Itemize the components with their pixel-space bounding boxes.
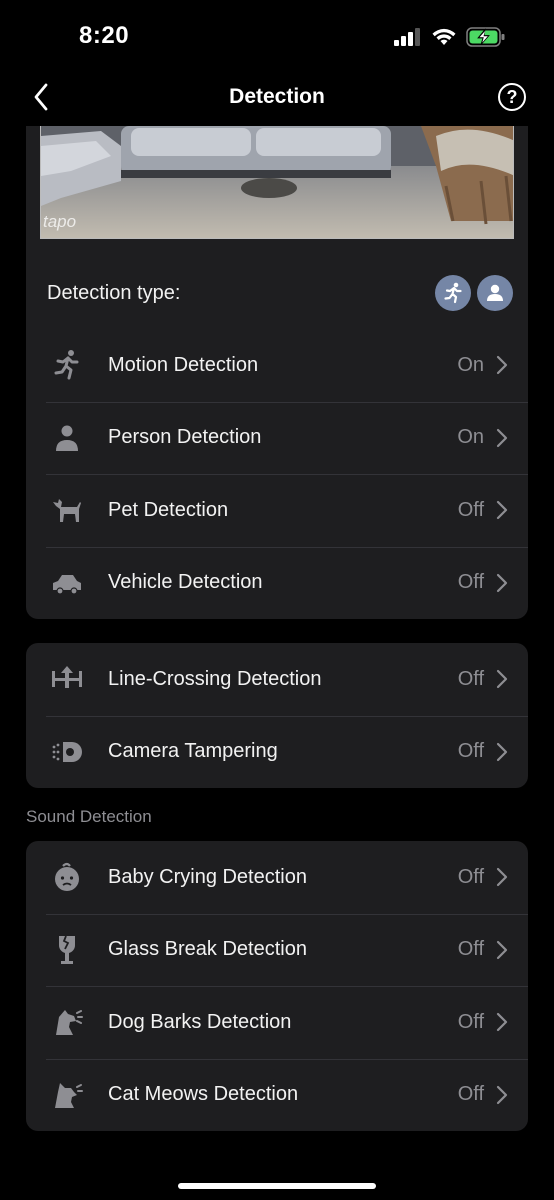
chevron-right-icon [496,1085,508,1104]
running-person-badge-icon [435,275,471,311]
camera-tampering-row[interactable]: Camera Tampering Off [26,715,528,789]
person-detection-row[interactable]: Person Detection On [26,401,528,475]
chevron-right-icon [496,742,508,761]
running-person-icon [54,350,79,380]
row-label: Motion Detection [108,353,259,376]
row-label: Person Detection [108,426,262,449]
area-detection-card: Line-Crossing Detection Off Camera Tampe… [26,643,528,788]
chevron-right-icon [496,356,508,375]
row-label: Pet Detection [108,498,229,521]
cat-meows-detection-row[interactable]: Cat Meows Detection Off [26,1058,528,1132]
row-value: Off [457,498,484,521]
sound-detection-section-header: Sound Detection [26,807,152,826]
chevron-right-icon [496,868,508,887]
dog-icon [53,499,81,523]
wifi-icon [432,28,456,45]
row-value: On [457,426,484,449]
detection-type-row: Detection type: [26,257,528,329]
cellular-signal-icon [394,28,420,46]
row-label: Glass Break Detection [108,938,307,961]
chevron-right-icon [496,501,508,520]
row-value: Off [457,740,484,763]
battery-charging-icon [466,27,505,47]
chevron-right-icon [496,940,508,959]
car-icon [53,574,81,595]
chevron-right-icon [496,670,508,689]
status-icons [394,27,506,47]
row-value: On [457,353,484,376]
page-title: Detection [229,85,325,108]
chevron-right-icon [496,1013,508,1032]
row-label: Line-Crossing Detection [108,667,322,690]
row-label: Vehicle Detection [108,571,263,594]
glass-break-detection-row[interactable]: Glass Break Detection Off [26,913,528,987]
sound-detection-card: Baby Crying Detection Off Glass Break De… [26,841,528,1131]
detection-type-badges [435,275,513,311]
camera-scene [41,126,513,238]
camera-watermark: tapo [43,212,77,231]
baby-icon [55,863,79,892]
help-button[interactable]: ? [498,83,526,111]
dog-barks-detection-row[interactable]: Dog Barks Detection Off [26,986,528,1059]
detection-type-label: Detection type: [47,281,181,304]
status-bar: 8:20 [0,0,554,70]
motion-detection-row[interactable]: Motion Detection On [26,329,528,402]
row-value: Off [457,865,484,888]
row-value: Off [457,938,484,961]
camera-preview-image[interactable]: tapo [40,126,514,239]
row-label: Cat Meows Detection [108,1083,299,1106]
broken-glass-icon [58,935,76,964]
line-crossing-detection-row[interactable]: Line-Crossing Detection Off [26,643,528,716]
row-value: Off [457,571,484,594]
camera-tampering-icon [52,741,82,762]
vehicle-detection-row[interactable]: Vehicle Detection Off [26,546,528,620]
dog-bark-icon [56,1010,83,1036]
camera-preview-card: tapo [26,126,528,257]
row-value: Off [457,667,484,690]
person-badge-icon [477,275,513,311]
row-label: Baby Crying Detection [108,865,307,888]
chevron-right-icon [496,573,508,592]
row-label: Camera Tampering [108,740,278,763]
status-time: 8:20 [79,22,130,49]
row-label: Dog Barks Detection [108,1010,292,1033]
row-value: Off [457,1010,484,1033]
chevron-right-icon [496,428,508,447]
pet-detection-row[interactable]: Pet Detection Off [26,474,528,547]
person-icon [56,425,78,451]
baby-crying-detection-row[interactable]: Baby Crying Detection Off [26,841,528,914]
cat-meow-icon [55,1082,83,1108]
object-detection-card: Detection type: Motion Detection On Pers… [26,257,528,619]
home-indicator[interactable] [178,1183,376,1189]
navigation-bar: Detection ? [0,70,554,126]
line-crossing-icon [52,666,82,689]
row-value: Off [457,1083,484,1106]
